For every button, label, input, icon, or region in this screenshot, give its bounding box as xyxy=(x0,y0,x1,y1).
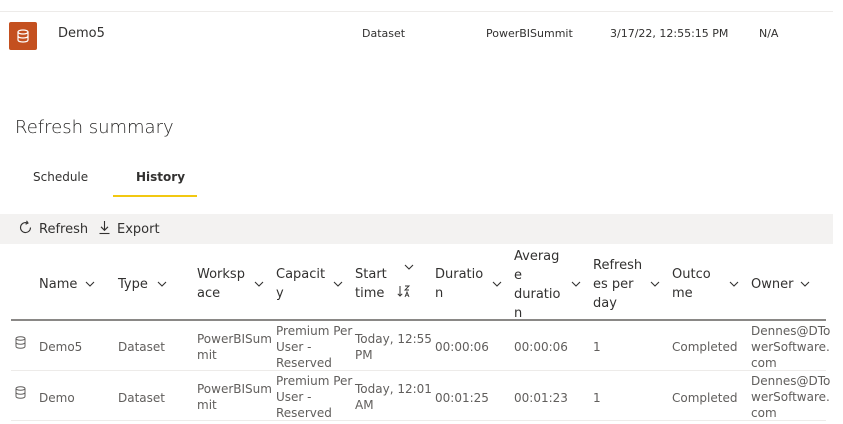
top-divider xyxy=(0,11,833,12)
row-name[interactable]: Demo5 xyxy=(39,339,82,355)
row-divider xyxy=(11,420,826,421)
item-name[interactable]: Demo5 xyxy=(58,26,105,41)
refresh-button[interactable]: Refresh xyxy=(18,220,88,239)
sort-descending-icon[interactable] xyxy=(397,285,411,298)
column-header-capacity[interactable]: Capacit y xyxy=(276,265,325,303)
row-average-duration: 00:01:23 xyxy=(514,391,568,405)
column-header-duration[interactable]: Duratio n xyxy=(435,265,483,303)
item-workspace: PowerBISummit xyxy=(486,27,573,40)
row-type: Dataset xyxy=(118,391,165,405)
chevron-down-icon[interactable] xyxy=(492,281,502,287)
column-header-name[interactable]: Name xyxy=(39,275,77,294)
row-refreshes-per-day: 1 xyxy=(593,391,601,405)
item-type: Dataset xyxy=(362,27,406,40)
column-header-owner[interactable]: Owner xyxy=(751,275,793,294)
export-label: Export xyxy=(117,222,160,237)
chevron-down-icon[interactable] xyxy=(800,281,810,287)
dataset-icon xyxy=(15,386,26,399)
chevron-down-icon[interactable] xyxy=(157,281,167,287)
row-capacity: Premium Per User - Reserved xyxy=(276,374,353,420)
item-extra: N/A xyxy=(759,27,779,40)
row-name[interactable]: Demo xyxy=(39,390,75,406)
row-owner: Dennes@DTo werSoftware. com xyxy=(751,374,831,420)
chevron-down-icon[interactable] xyxy=(85,281,95,287)
tab-history[interactable]: History xyxy=(136,170,185,184)
row-start-time: Today, 12:01 AM xyxy=(355,382,432,412)
chevron-down-icon[interactable] xyxy=(254,281,264,287)
column-header-refreshes-per-day[interactable]: Refresh es per day xyxy=(593,256,642,313)
column-header-start-time[interactable]: Start time xyxy=(355,265,387,303)
toolbar: Refresh Export xyxy=(0,214,833,244)
row-workspace: PowerBISum mit xyxy=(197,332,272,362)
header-divider xyxy=(11,319,826,321)
row-outcome: Completed xyxy=(672,340,738,354)
dataset-icon xyxy=(15,336,26,349)
row-divider xyxy=(11,370,826,371)
download-icon xyxy=(98,220,111,239)
row-average-duration: 00:00:06 xyxy=(514,340,568,354)
row-start-time: Today, 12:55 PM xyxy=(355,332,432,362)
chevron-down-icon[interactable] xyxy=(650,281,660,287)
chevron-down-icon[interactable] xyxy=(571,281,581,287)
row-workspace: PowerBISum mit xyxy=(197,382,272,412)
row-outcome: Completed xyxy=(672,391,738,405)
column-header-average-duration[interactable]: Averag e duratio n xyxy=(514,247,560,323)
refresh-icon xyxy=(18,220,33,239)
column-header-workspace[interactable]: Worksp ace xyxy=(197,265,245,303)
dataset-icon xyxy=(9,22,37,50)
row-type: Dataset xyxy=(118,340,165,354)
tab-schedule[interactable]: Schedule xyxy=(33,170,88,184)
chevron-down-icon[interactable] xyxy=(333,281,343,287)
column-header-outcome[interactable]: Outco me xyxy=(672,265,711,303)
active-tab-indicator xyxy=(113,195,197,197)
chevron-down-icon[interactable] xyxy=(404,264,414,270)
row-capacity: Premium Per User - Reserved xyxy=(276,324,353,370)
row-owner: Dennes@DTo werSoftware. com xyxy=(751,324,831,370)
refresh-label: Refresh xyxy=(39,222,89,237)
page-title: Refresh summary xyxy=(15,117,174,138)
item-time: 3/17/22, 12:55:15 PM xyxy=(610,27,729,40)
item-row[interactable]: Demo5 Dataset PowerBISummit 3/17/22, 12:… xyxy=(0,13,833,55)
row-duration: 00:00:06 xyxy=(435,340,489,354)
row-duration: 00:01:25 xyxy=(435,391,489,405)
row-refreshes-per-day: 1 xyxy=(593,340,601,354)
chevron-down-icon[interactable] xyxy=(729,281,739,287)
export-button[interactable]: Export xyxy=(98,220,160,239)
column-header-type[interactable]: Type xyxy=(118,275,148,294)
